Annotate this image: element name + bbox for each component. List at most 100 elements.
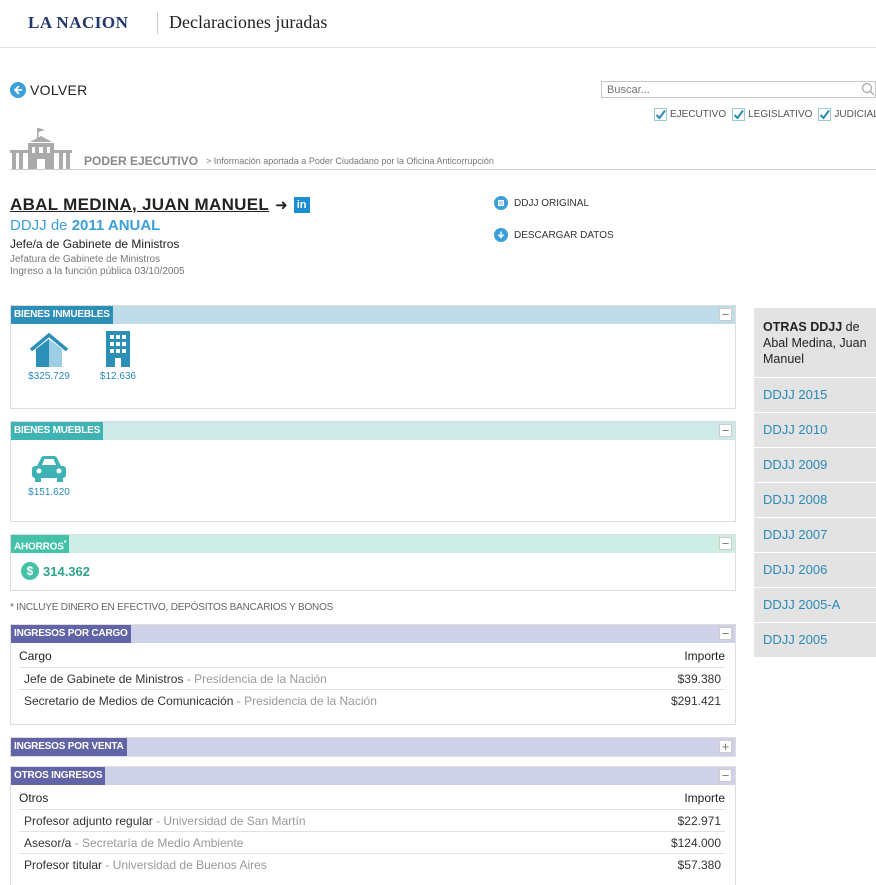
sidebar-title-bold: OTRAS DDJJ — [763, 320, 843, 334]
brand-logo[interactable]: LA NACION — [28, 13, 128, 33]
asset-item[interactable]: $151.620 — [25, 454, 73, 498]
cargo-institution: - Presidencia de la Nación — [183, 671, 327, 686]
checkbox-checked-icon[interactable] — [654, 108, 667, 121]
header-divider — [157, 12, 158, 34]
person-ingreso: Ingreso a la función pública 03/10/2005 — [10, 266, 185, 277]
site-header: LA NACION Declaraciones juradas — [0, 0, 876, 48]
volver-button[interactable]: VOLVER — [10, 82, 88, 98]
sidebar-item-ddjj-2005-a[interactable]: DDJJ 2005-A — [754, 587, 876, 622]
person-cargo: Jefe/a de Gabinete de Ministros — [10, 237, 180, 251]
sidebar-title: OTRAS DDJJ de Abal Medina, Juan Manuel — [754, 308, 876, 377]
asset-item[interactable]: $12.636 — [93, 330, 143, 382]
filter-judicial[interactable]: JUDICIAL — [818, 108, 876, 121]
ddjj-original-link[interactable]: DDJJ ORIGINAL — [494, 195, 614, 211]
dollar-coin-icon: $ — [21, 562, 39, 580]
section-title: INGRESOS POR VENTA — [11, 738, 127, 756]
collapse-icon[interactable]: − — [719, 537, 732, 550]
asset-value: $12.636 — [99, 371, 137, 382]
ahorros-value: 314.362 — [43, 563, 90, 579]
ahorros-title: AHORROS — [14, 541, 64, 553]
sidebar-item-ddjj-2005[interactable]: DDJJ 2005 — [754, 622, 876, 657]
download-icon — [494, 228, 508, 242]
other-ddjj-sidebar: OTRAS DDJJ de Abal Medina, Juan Manuel D… — [754, 308, 876, 657]
search-icon[interactable] — [860, 81, 876, 97]
table-row: Profesor titular - Universidad de Buenos… — [19, 853, 725, 875]
cargo-amount: $291.421 — [670, 693, 721, 708]
arrow-left-icon — [10, 82, 26, 98]
collapse-icon[interactable]: − — [719, 769, 732, 782]
income-amount: $124.000 — [670, 835, 721, 850]
casa-rosada-icon — [10, 128, 72, 175]
person-name[interactable]: ABAL MEDINA, JUAN MANUEL — [10, 195, 269, 215]
expand-icon[interactable]: + — [719, 740, 732, 753]
section-header[interactable]: BIENES MUEBLES − — [11, 422, 735, 440]
footnote-mark: * — [63, 540, 67, 547]
cargo-name: Secretario de Medios de Comunicación — [24, 693, 234, 708]
power-title: PODER EJECUTIVO — [84, 154, 199, 168]
income-name: Asesor/a — [24, 835, 72, 850]
asset-value: $325.729 — [28, 371, 70, 382]
sidebar-item-ddjj-2009[interactable]: DDJJ 2009 — [754, 447, 876, 482]
section-header[interactable]: BIENES INMUEBLES − — [11, 306, 735, 324]
income-name: Profesor adjunto regular — [24, 813, 153, 828]
asset-value: $151.620 — [28, 487, 70, 498]
power-subtitle: > Información aportada a Poder Ciudadano… — [206, 156, 494, 166]
ddjj-year: 2011 ANUAL — [71, 217, 161, 234]
income-amount: $57.380 — [677, 857, 721, 872]
bienes-inmuebles-section: BIENES INMUEBLES − $325.729 $12.636 — [10, 305, 736, 409]
cargo-name: Jefe de Gabinete de Ministros — [24, 671, 184, 686]
cargo-amount: $39.380 — [677, 671, 721, 686]
arrow-right-icon: ➜ — [275, 197, 288, 214]
otros-ingresos-section: OTROS INGRESOS − Otros Importe Profesor … — [10, 766, 736, 885]
search-input[interactable] — [601, 81, 876, 98]
sidebar-item-ddjj-2008[interactable]: DDJJ 2008 — [754, 482, 876, 517]
descargar-datos-link[interactable]: DESCARGAR DATOS — [494, 227, 614, 243]
footnote: * INCLUYE DINERO EN EFECTIVO, DEPÓSITOS … — [10, 602, 334, 613]
ddjj-original-label: DDJJ ORIGINAL — [514, 197, 590, 209]
section-header[interactable]: INGRESOS POR CARGO − — [11, 625, 735, 643]
section-header[interactable]: INGRESOS POR VENTA + — [11, 738, 735, 756]
sidebar-item-ddjj-2007[interactable]: DDJJ 2007 — [754, 517, 876, 552]
section-title: BIENES INMUEBLES — [11, 306, 113, 324]
person-organismo: Jefatura de Gabinete de Ministros — [10, 254, 161, 265]
section-title: AHORROS* — [11, 535, 70, 553]
filter-legislativo[interactable]: LEGISLATIVO — [732, 108, 812, 121]
income-institution: - Universidad de Buenos Aires — [102, 857, 267, 872]
collapse-icon[interactable]: − — [719, 308, 732, 321]
table-row: Profesor adjunto regular - Universidad d… — [19, 809, 725, 831]
house-icon — [25, 330, 73, 371]
site-title[interactable]: Declaraciones juradas — [169, 12, 327, 33]
income-institution: - Secretaría de Medio Ambiente — [71, 835, 244, 850]
document-links: DDJJ ORIGINAL DESCARGAR DATOS — [494, 195, 614, 243]
bienes-muebles-section: BIENES MUEBLES − $151.620 — [10, 421, 736, 522]
linkedin-icon[interactable]: in — [293, 197, 310, 213]
collapse-icon[interactable]: − — [719, 424, 732, 437]
table-header: Otros Importe — [11, 785, 735, 809]
filter-label: LEGISLATIVO — [748, 109, 813, 120]
filter-ejecutivo[interactable]: EJECUTIVO — [654, 108, 726, 121]
filter-label: JUDICIAL — [834, 109, 876, 120]
section-header[interactable]: OTROS INGRESOS − — [11, 767, 735, 785]
cargo-institution: - Presidencia de la Nación — [233, 693, 377, 708]
car-icon — [25, 454, 73, 487]
column-header: Cargo — [19, 649, 52, 663]
checkbox-checked-icon[interactable] — [818, 108, 832, 121]
section-title: OTROS INGRESOS — [11, 767, 106, 785]
checkbox-checked-icon[interactable] — [732, 108, 746, 121]
filter-label: EJECUTIVO — [670, 109, 727, 120]
table-row: Jefe de Gabinete de Ministros - Presiden… — [19, 667, 725, 689]
sidebar-item-ddjj-2006[interactable]: DDJJ 2006 — [754, 552, 876, 587]
column-header: Importe — [684, 649, 725, 663]
ddjj-period: DDJJ de 2011 ANUAL — [10, 217, 310, 234]
ingresos-cargo-section: INGRESOS POR CARGO − Cargo Importe Jefe … — [10, 624, 736, 725]
collapse-icon[interactable]: − — [719, 627, 732, 640]
sidebar-item-ddjj-2015[interactable]: DDJJ 2015 — [754, 377, 876, 412]
sidebar-item-ddjj-2010[interactable]: DDJJ 2010 — [754, 412, 876, 447]
table-row: Secretario de Medios de Comunicación - P… — [19, 689, 725, 711]
column-header: Otros — [19, 791, 49, 805]
asset-item[interactable]: $325.729 — [25, 330, 73, 382]
section-header[interactable]: AHORROS* − — [11, 535, 735, 553]
table-row: Asesor/a - Secretaría de Medio Ambiente … — [19, 831, 725, 853]
income-institution: - Universidad de San Martín — [152, 813, 306, 828]
ddjj-prefix: DDJJ de — [10, 217, 68, 234]
